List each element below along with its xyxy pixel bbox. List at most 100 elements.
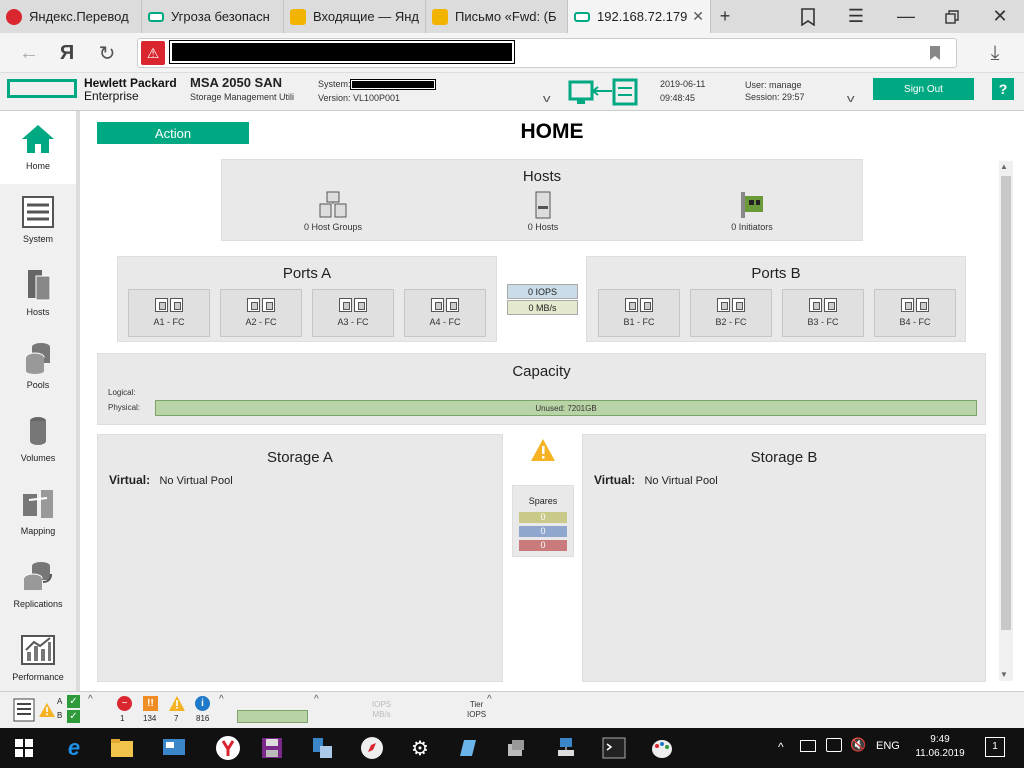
host-groups[interactable]: 0 Host Groups <box>283 190 383 232</box>
page-title: HOME <box>520 120 584 143</box>
iops-indicator[interactable]: IOPS MB/s <box>372 700 391 720</box>
back-arrow-icon[interactable]: ← <box>14 38 44 68</box>
sidebar-item-pools[interactable]: Pools <box>0 330 76 403</box>
browser-tab[interactable]: Угроза безопасн <box>142 0 284 33</box>
terminal-icon[interactable] <box>598 732 630 764</box>
port-a1[interactable]: A1 - FC <box>128 289 210 337</box>
restore-icon[interactable] <box>932 0 972 33</box>
clock-time: 9:49 <box>930 734 950 745</box>
control-panel-icon[interactable] <box>158 732 190 764</box>
network-tray-icon[interactable] <box>826 738 842 752</box>
sign-out-button[interactable]: Sign Out <box>873 78 974 100</box>
save-disk-icon[interactable] <box>256 732 288 764</box>
physical-capacity-bar[interactable]: Unused: 7201GB <box>155 400 977 416</box>
taskbar-clock[interactable]: 9:49 11.06.2019 <box>912 733 968 761</box>
tier-indicator[interactable]: Tier IOPS <box>467 700 486 720</box>
bookmark-icon[interactable] <box>920 38 950 68</box>
browser-tab-active[interactable]: 192.168.72.179 ✕ <box>568 0 711 33</box>
port-b1[interactable]: B1 - FC <box>598 289 680 337</box>
port-a2[interactable]: A2 - FC <box>220 289 302 337</box>
chevron-up-icon[interactable]: ^ <box>487 694 492 705</box>
spares-panel[interactable]: Spares 0 0 0 <box>512 485 574 557</box>
action-button[interactable]: Action <box>97 122 249 144</box>
sidebar-item-volumes[interactable]: Volumes <box>0 403 76 476</box>
new-tab-button[interactable]: + <box>705 0 745 33</box>
windows-start-icon[interactable] <box>8 732 40 764</box>
port-a3[interactable]: A3 - FC <box>312 289 394 337</box>
paint-app-icon[interactable] <box>646 732 678 764</box>
chevron-up-icon[interactable]: ^ <box>219 694 224 705</box>
language-indicator[interactable]: ENG <box>876 740 900 752</box>
capacity-mini-bar[interactable] <box>237 710 308 723</box>
error-icon[interactable]: − <box>117 696 132 711</box>
sidebar-item-mapping[interactable]: Mapping <box>0 476 76 549</box>
close-tab-icon[interactable]: ✕ <box>692 8 704 25</box>
fc-port-icon <box>338 298 368 314</box>
controller-b-ok-icon[interactable]: ✓ <box>67 710 80 723</box>
redacted-url <box>169 40 515 64</box>
sidebar-item-hosts[interactable]: Hosts <box>0 257 76 330</box>
enclosure-icon[interactable] <box>13 698 35 722</box>
close-window-icon[interactable]: ✕ <box>980 0 1020 33</box>
insecure-lock-icon[interactable]: ⚠ <box>141 41 165 65</box>
scroll-up-icon[interactable]: ▲ <box>1000 162 1008 171</box>
sidebar-item-replications[interactable]: Replications <box>0 549 76 622</box>
notepad-app-icon[interactable] <box>452 732 484 764</box>
reload-icon[interactable]: ↻ <box>92 38 122 68</box>
battery-icon[interactable] <box>800 740 816 752</box>
system-warning-icon[interactable] <box>39 703 55 720</box>
notification-center-icon[interactable]: 1 <box>985 737 1005 757</box>
browser-tab[interactable]: Письмо «Fwd: (Б <box>426 0 568 33</box>
network-manager-icon[interactable] <box>306 732 338 764</box>
settings-gear-icon[interactable]: ⚙ <box>404 732 436 764</box>
port-a4[interactable]: A4 - FC <box>404 289 486 337</box>
chevron-up-icon[interactable]: ^ <box>314 694 319 705</box>
sidebar-item-home[interactable]: Home <box>0 111 76 184</box>
fc-port-icon <box>808 298 838 314</box>
info-icon[interactable]: i <box>195 696 210 711</box>
network-status-icon[interactable] <box>568 78 640 108</box>
hosts-item[interactable]: 0 Hosts <box>493 190 593 232</box>
port-b3[interactable]: B3 - FC <box>782 289 864 337</box>
compass-app-icon[interactable] <box>356 732 388 764</box>
tab-title: 192.168.72.179 <box>597 9 688 24</box>
virtual-label: Virtual: <box>109 473 151 487</box>
warning-icon[interactable] <box>530 438 556 465</box>
io-summary[interactable]: 0 IOPS 0 MB/s <box>507 284 578 316</box>
warning-count-icon[interactable] <box>169 696 185 714</box>
chevron-down-icon[interactable]: v <box>543 93 551 105</box>
ports-b-title: Ports B <box>751 265 801 282</box>
capacity-panel[interactable]: Capacity Logical: Physical: Unused: 7201… <box>97 353 986 425</box>
chevron-up-icon[interactable]: ^ <box>778 740 784 754</box>
port-label: A1 - FC <box>153 317 185 327</box>
chevron-up-icon[interactable]: ^ <box>88 694 93 705</box>
yandex-browser-icon[interactable] <box>212 732 244 764</box>
minimize-icon[interactable]: — <box>886 0 926 33</box>
ie-icon[interactable]: e <box>58 732 90 764</box>
network-connection-icon[interactable] <box>550 732 582 764</box>
bookmarks-icon[interactable] <box>788 0 828 33</box>
volume-muted-icon[interactable]: 🔇 <box>850 737 866 753</box>
scrollbar-thumb[interactable] <box>1001 176 1011 630</box>
browser-tab-bar: Яндекс.Перевод Угроза безопасн Входящие … <box>0 0 1024 33</box>
menu-icon[interactable]: ☰ <box>836 0 876 33</box>
help-button[interactable]: ? <box>992 78 1014 100</box>
version-label: Version: VL100P001 <box>318 93 401 103</box>
critical-icon[interactable]: !! <box>143 696 158 711</box>
scroll-down-icon[interactable]: ▼ <box>1000 670 1008 679</box>
sidebar-item-performance[interactable]: Performance <box>0 622 76 695</box>
file-explorer-icon[interactable] <box>106 732 138 764</box>
sidebar-item-label: Hosts <box>26 307 50 317</box>
chevron-down-icon[interactable]: v <box>847 93 855 105</box>
download-icon[interactable]: ⤓ <box>980 38 1010 68</box>
server-app-icon[interactable] <box>500 732 532 764</box>
port-b2[interactable]: B2 - FC <box>690 289 772 337</box>
controller-a-ok-icon[interactable]: ✓ <box>67 695 80 708</box>
browser-tab[interactable]: Входящие — Янд <box>284 0 426 33</box>
sidebar-item-system[interactable]: System <box>0 184 76 257</box>
yandex-logo[interactable]: Я <box>52 38 82 68</box>
browser-tab[interactable]: Яндекс.Перевод <box>0 0 142 33</box>
port-b4[interactable]: B4 - FC <box>874 289 956 337</box>
initiators[interactable]: 0 Initiators <box>702 190 802 232</box>
hosts-panel[interactable]: Hosts 0 Host Groups 0 Hosts 0 Initiators <box>221 159 863 241</box>
